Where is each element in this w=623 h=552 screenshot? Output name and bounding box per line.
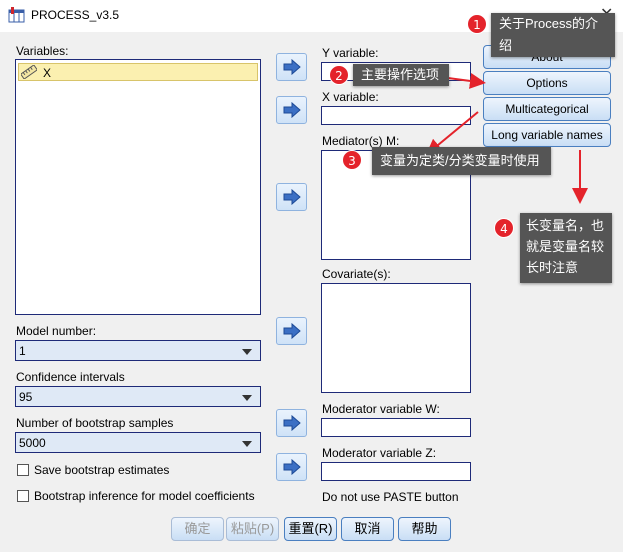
callout-about: 关于Process的介绍 bbox=[491, 13, 615, 57]
arrow-3 bbox=[425, 111, 479, 156]
callout-line: 长变量名，也 bbox=[526, 218, 605, 233]
callout-multicategorical: 变量为定类/分类变量时使用 bbox=[372, 147, 551, 175]
callout-badge: 3 bbox=[342, 150, 362, 170]
callout-long-names: 长变量名，也 就是变量名较 长时注意 bbox=[520, 213, 612, 283]
callout-badge: 4 bbox=[494, 218, 514, 238]
callout-badge: 2 bbox=[329, 65, 349, 85]
arrow-2 bbox=[447, 73, 486, 89]
callout-line: 长时注意 bbox=[526, 260, 579, 275]
callout-badge: 1 bbox=[467, 14, 487, 34]
callout-line: 就是变量名较 bbox=[526, 239, 605, 254]
callout-options: 主要操作选项 bbox=[353, 64, 449, 86]
